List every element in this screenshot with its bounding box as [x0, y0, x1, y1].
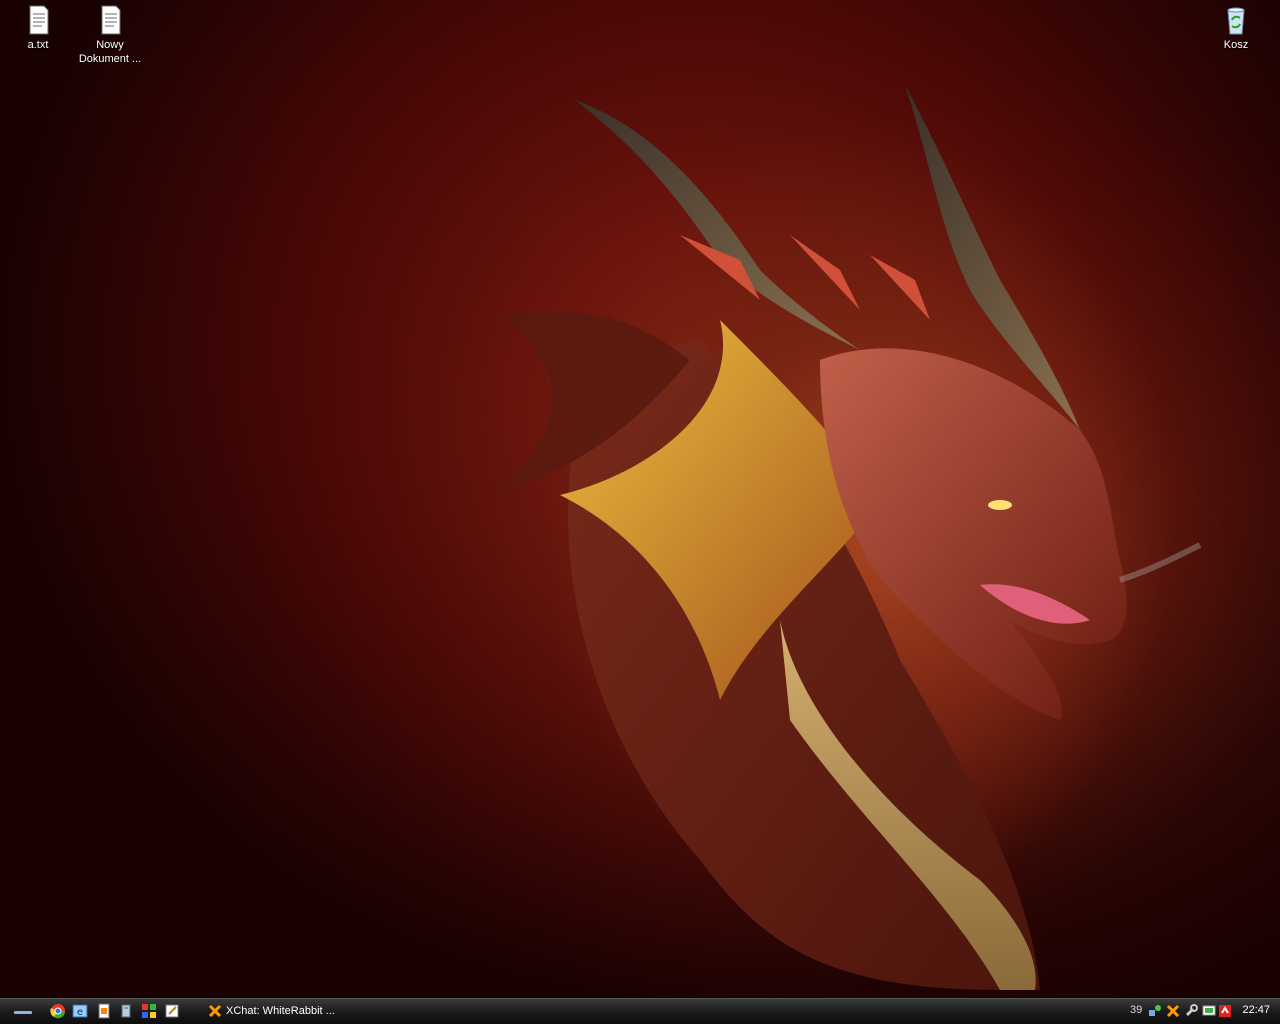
taskbar-button-label: XChat: WhiteRabbit ... [226, 1005, 335, 1017]
svg-text:e: e [77, 1007, 83, 1018]
system-tray: 39 22:47 [1120, 999, 1280, 1024]
desktop-icon-label: a.txt [27, 39, 49, 51]
desktop-wallpaper [0, 0, 1280, 998]
edit-icon[interactable] [164, 1003, 180, 1019]
network-icon[interactable] [1148, 1004, 1162, 1018]
monitor-icon[interactable] [1202, 1004, 1216, 1018]
taskbar-button-xchat[interactable]: XChat: WhiteRabbit ... [202, 1001, 432, 1021]
tray-counter: 39 [1130, 1004, 1143, 1016]
desktop-icon-nowy-dokument[interactable]: Nowy Dokument ... [72, 4, 148, 66]
ie-icon[interactable]: e [72, 1003, 88, 1019]
wrench-icon[interactable] [1184, 1004, 1198, 1018]
antivirus-icon[interactable] [1218, 1004, 1232, 1018]
xchat-icon [208, 1004, 222, 1018]
desktop-icon-label: Nowy Dokument ... [78, 39, 142, 65]
xchat-tray-icon[interactable] [1166, 1004, 1180, 1018]
start-button[interactable] [4, 1002, 38, 1020]
desktop-icon-recycle-bin[interactable]: Kosz [1198, 4, 1274, 52]
recycle-bin-icon [1227, 7, 1245, 35]
taskbar: e XChat: WhiteRabbit ... 39 22:47 [0, 998, 1280, 1024]
notepad-icon[interactable] [96, 1003, 112, 1019]
desktop-icon-label: Kosz [1223, 39, 1249, 51]
folder-icon[interactable] [118, 1003, 134, 1019]
windows-icon[interactable] [141, 1003, 157, 1019]
desktop-icon-a-txt[interactable]: a.txt [0, 4, 76, 52]
chrome-icon[interactable] [50, 1003, 66, 1019]
dragon-wallpaper-image [0, 0, 1280, 998]
text-file-icon [101, 5, 121, 35]
text-file-icon [29, 5, 49, 35]
taskbar-clock[interactable]: 22:47 [1242, 1004, 1270, 1016]
